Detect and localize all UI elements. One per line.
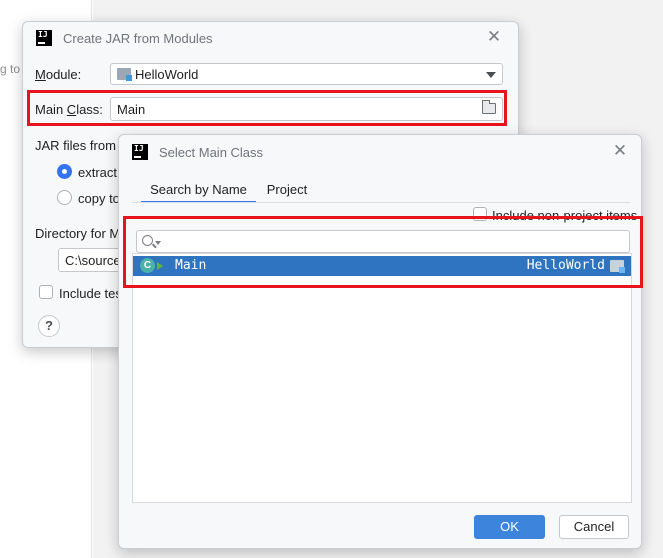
chevron-down-icon	[486, 72, 496, 78]
include-non-project-label: Include non-project items	[492, 208, 638, 223]
class-icon: C	[140, 258, 155, 273]
select-main-title: Select Main Class	[159, 145, 264, 160]
result-module-name: HelloWorld	[526, 258, 605, 273]
main-class-value: Main	[117, 102, 146, 117]
module-icon	[117, 68, 132, 81]
directory-value: C:\source	[65, 253, 121, 268]
browse-folder-icon[interactable]	[482, 100, 496, 114]
select-main-title-bar[interactable]: IJ Select Main Class ✕	[119, 135, 641, 165]
intellij-icon: IJ	[36, 30, 52, 46]
intellij-icon: IJ	[132, 144, 148, 160]
tab-divider	[132, 202, 630, 203]
jar-files-label: JAR files from li	[35, 138, 126, 153]
directory-label: Directory for M	[35, 226, 121, 241]
run-icon	[157, 262, 163, 270]
result-class-name: Main	[175, 258, 207, 273]
copy-radio[interactable]	[57, 190, 72, 205]
close-icon[interactable]: ✕	[612, 142, 628, 159]
include-non-project-checkbox[interactable]	[473, 207, 487, 221]
tab-project[interactable]: Project	[264, 181, 310, 203]
module-select[interactable]: HelloWorld	[110, 63, 503, 85]
select-main-class-dialog: IJ Select Main Class ✕ Search by Name Pr…	[118, 134, 642, 549]
ide-partial-text: g to	[0, 62, 21, 76]
cancel-button[interactable]: Cancel	[559, 515, 629, 539]
module-icon	[610, 260, 625, 273]
create-jar-title: Create JAR from Modules	[63, 31, 213, 46]
help-button[interactable]: ?	[38, 315, 60, 337]
extract-radio[interactable]	[57, 164, 72, 179]
module-label: Module:	[35, 67, 82, 82]
copy-option-label: copy to	[78, 191, 120, 206]
ok-button[interactable]: OK	[474, 515, 545, 539]
search-input[interactable]	[136, 230, 630, 253]
list-item[interactable]: C Main HelloWorld	[133, 256, 631, 276]
main-class-label: Main Class:	[35, 102, 103, 117]
create-jar-title-bar[interactable]: IJ Create JAR from Modules ✕	[23, 22, 518, 52]
tab-search-by-name[interactable]: Search by Name	[141, 181, 256, 203]
results-list[interactable]: C Main HelloWorld	[132, 253, 632, 503]
module-select-value: HelloWorld	[135, 67, 199, 82]
search-icon	[142, 235, 153, 246]
main-class-field[interactable]: Main	[110, 97, 503, 121]
close-icon[interactable]: ✕	[486, 28, 502, 45]
include-tests-label: Include test	[59, 286, 126, 301]
include-tests-checkbox[interactable]	[39, 285, 53, 299]
search-history-chevron-icon[interactable]	[155, 241, 161, 245]
